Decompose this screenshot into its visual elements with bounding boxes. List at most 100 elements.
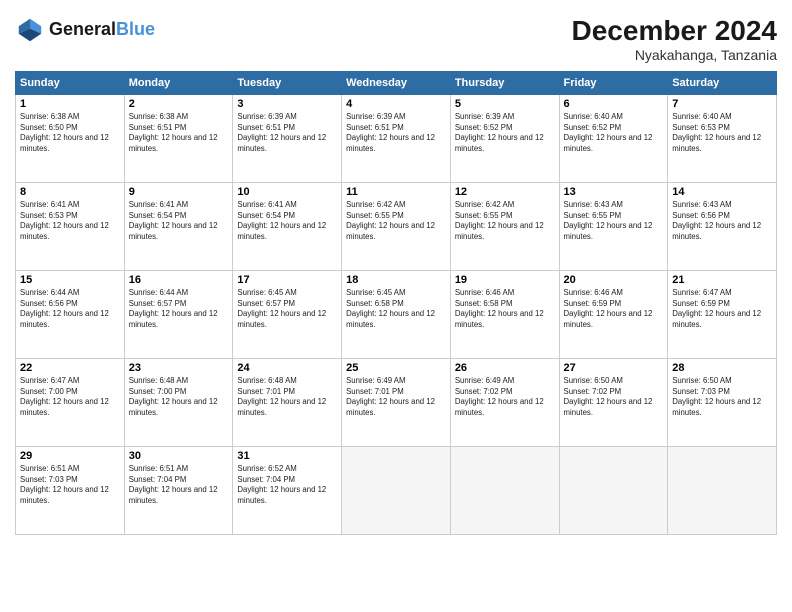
sunrise-label: Sunrise: 6:49 AM (455, 376, 514, 385)
weekday-header-tuesday: Tuesday (233, 72, 342, 95)
day-info: Sunrise: 6:45 AM Sunset: 6:58 PM Dayligh… (346, 288, 446, 330)
day-number: 1 (20, 98, 120, 110)
daylight-label: Daylight: 12 hours and 12 minutes. (346, 397, 435, 417)
daylight-label: Daylight: 12 hours and 12 minutes. (20, 133, 109, 153)
calendar-day-cell: 2 Sunrise: 6:38 AM Sunset: 6:51 PM Dayli… (124, 95, 233, 183)
sunrise-label: Sunrise: 6:45 AM (346, 288, 405, 297)
sunset-label: Sunset: 6:57 PM (237, 299, 295, 308)
sunset-label: Sunset: 6:52 PM (455, 123, 513, 132)
sunrise-label: Sunrise: 6:47 AM (672, 288, 731, 297)
daylight-label: Daylight: 12 hours and 12 minutes. (564, 309, 653, 329)
sunset-label: Sunset: 6:59 PM (564, 299, 622, 308)
day-info: Sunrise: 6:50 AM Sunset: 7:02 PM Dayligh… (564, 376, 664, 418)
daylight-label: Daylight: 12 hours and 12 minutes. (455, 309, 544, 329)
sunrise-label: Sunrise: 6:44 AM (20, 288, 79, 297)
day-number: 22 (20, 362, 120, 374)
calendar-week-row: 22 Sunrise: 6:47 AM Sunset: 7:00 PM Dayl… (16, 359, 777, 447)
sunset-label: Sunset: 6:52 PM (564, 123, 622, 132)
calendar-day-cell: 7 Sunrise: 6:40 AM Sunset: 6:53 PM Dayli… (668, 95, 777, 183)
weekday-header-sunday: Sunday (16, 72, 125, 95)
sunset-label: Sunset: 6:53 PM (672, 123, 730, 132)
weekday-header-wednesday: Wednesday (342, 72, 451, 95)
sunset-label: Sunset: 6:50 PM (20, 123, 78, 132)
daylight-label: Daylight: 12 hours and 12 minutes. (20, 221, 109, 241)
day-number: 5 (455, 98, 555, 110)
header: GeneralBlue December 2024 Nyakahanga, Ta… (15, 15, 777, 63)
day-number: 14 (672, 186, 772, 198)
sunrise-label: Sunrise: 6:50 AM (564, 376, 623, 385)
day-number: 20 (564, 274, 664, 286)
calendar-day-cell: 15 Sunrise: 6:44 AM Sunset: 6:56 PM Dayl… (16, 271, 125, 359)
sunrise-label: Sunrise: 6:49 AM (346, 376, 405, 385)
day-info: Sunrise: 6:45 AM Sunset: 6:57 PM Dayligh… (237, 288, 337, 330)
sunset-label: Sunset: 6:51 PM (346, 123, 404, 132)
sunrise-label: Sunrise: 6:45 AM (237, 288, 296, 297)
day-number: 4 (346, 98, 446, 110)
sunrise-label: Sunrise: 6:48 AM (129, 376, 188, 385)
calendar-day-cell: 19 Sunrise: 6:46 AM Sunset: 6:58 PM Dayl… (450, 271, 559, 359)
day-info: Sunrise: 6:47 AM Sunset: 6:59 PM Dayligh… (672, 288, 772, 330)
sunrise-label: Sunrise: 6:39 AM (346, 112, 405, 121)
day-number: 8 (20, 186, 120, 198)
sunrise-label: Sunrise: 6:42 AM (455, 200, 514, 209)
day-number: 16 (129, 274, 229, 286)
day-info: Sunrise: 6:46 AM Sunset: 6:58 PM Dayligh… (455, 288, 555, 330)
sunrise-label: Sunrise: 6:46 AM (455, 288, 514, 297)
daylight-label: Daylight: 12 hours and 12 minutes. (346, 309, 435, 329)
sunrise-label: Sunrise: 6:40 AM (564, 112, 623, 121)
day-info: Sunrise: 6:48 AM Sunset: 7:00 PM Dayligh… (129, 376, 229, 418)
sunset-label: Sunset: 6:58 PM (346, 299, 404, 308)
empty-cell (668, 447, 777, 535)
sunrise-label: Sunrise: 6:51 AM (20, 464, 79, 473)
sunrise-label: Sunrise: 6:41 AM (129, 200, 188, 209)
sunset-label: Sunset: 7:03 PM (672, 387, 730, 396)
sunset-label: Sunset: 7:02 PM (455, 387, 513, 396)
day-number: 12 (455, 186, 555, 198)
logo: GeneralBlue (15, 15, 155, 45)
day-info: Sunrise: 6:41 AM Sunset: 6:54 PM Dayligh… (237, 200, 337, 242)
calendar-day-cell: 26 Sunrise: 6:49 AM Sunset: 7:02 PM Dayl… (450, 359, 559, 447)
day-number: 31 (237, 450, 337, 462)
title-block: December 2024 Nyakahanga, Tanzania (572, 15, 777, 63)
daylight-label: Daylight: 12 hours and 12 minutes. (20, 309, 109, 329)
calendar-day-cell: 31 Sunrise: 6:52 AM Sunset: 7:04 PM Dayl… (233, 447, 342, 535)
page-container: GeneralBlue December 2024 Nyakahanga, Ta… (0, 0, 792, 612)
day-number: 11 (346, 186, 446, 198)
calendar-week-row: 29 Sunrise: 6:51 AM Sunset: 7:03 PM Dayl… (16, 447, 777, 535)
day-info: Sunrise: 6:39 AM Sunset: 6:52 PM Dayligh… (455, 112, 555, 154)
daylight-label: Daylight: 12 hours and 12 minutes. (237, 133, 326, 153)
weekday-header-friday: Friday (559, 72, 668, 95)
weekday-header-monday: Monday (124, 72, 233, 95)
day-number: 24 (237, 362, 337, 374)
day-info: Sunrise: 6:43 AM Sunset: 6:56 PM Dayligh… (672, 200, 772, 242)
sunset-label: Sunset: 6:56 PM (20, 299, 78, 308)
empty-cell (450, 447, 559, 535)
day-info: Sunrise: 6:49 AM Sunset: 7:02 PM Dayligh… (455, 376, 555, 418)
sunrise-label: Sunrise: 6:51 AM (129, 464, 188, 473)
sunset-label: Sunset: 6:51 PM (129, 123, 187, 132)
day-info: Sunrise: 6:41 AM Sunset: 6:54 PM Dayligh… (129, 200, 229, 242)
daylight-label: Daylight: 12 hours and 12 minutes. (346, 133, 435, 153)
calendar-day-cell: 22 Sunrise: 6:47 AM Sunset: 7:00 PM Dayl… (16, 359, 125, 447)
day-info: Sunrise: 6:42 AM Sunset: 6:55 PM Dayligh… (346, 200, 446, 242)
calendar-day-cell: 3 Sunrise: 6:39 AM Sunset: 6:51 PM Dayli… (233, 95, 342, 183)
daylight-label: Daylight: 12 hours and 12 minutes. (129, 221, 218, 241)
daylight-label: Daylight: 12 hours and 12 minutes. (672, 397, 761, 417)
day-info: Sunrise: 6:38 AM Sunset: 6:50 PM Dayligh… (20, 112, 120, 154)
sunset-label: Sunset: 7:02 PM (564, 387, 622, 396)
day-info: Sunrise: 6:51 AM Sunset: 7:04 PM Dayligh… (129, 464, 229, 506)
calendar-day-cell: 20 Sunrise: 6:46 AM Sunset: 6:59 PM Dayl… (559, 271, 668, 359)
calendar-day-cell: 8 Sunrise: 6:41 AM Sunset: 6:53 PM Dayli… (16, 183, 125, 271)
day-info: Sunrise: 6:52 AM Sunset: 7:04 PM Dayligh… (237, 464, 337, 506)
sunrise-label: Sunrise: 6:48 AM (237, 376, 296, 385)
logo-icon (15, 15, 45, 45)
daylight-label: Daylight: 12 hours and 12 minutes. (564, 133, 653, 153)
sunrise-label: Sunrise: 6:44 AM (129, 288, 188, 297)
sunset-label: Sunset: 7:04 PM (237, 475, 295, 484)
calendar-day-cell: 4 Sunrise: 6:39 AM Sunset: 6:51 PM Dayli… (342, 95, 451, 183)
day-number: 30 (129, 450, 229, 462)
logo-line2: Blue (116, 19, 155, 39)
day-number: 19 (455, 274, 555, 286)
day-number: 2 (129, 98, 229, 110)
sunset-label: Sunset: 6:58 PM (455, 299, 513, 308)
